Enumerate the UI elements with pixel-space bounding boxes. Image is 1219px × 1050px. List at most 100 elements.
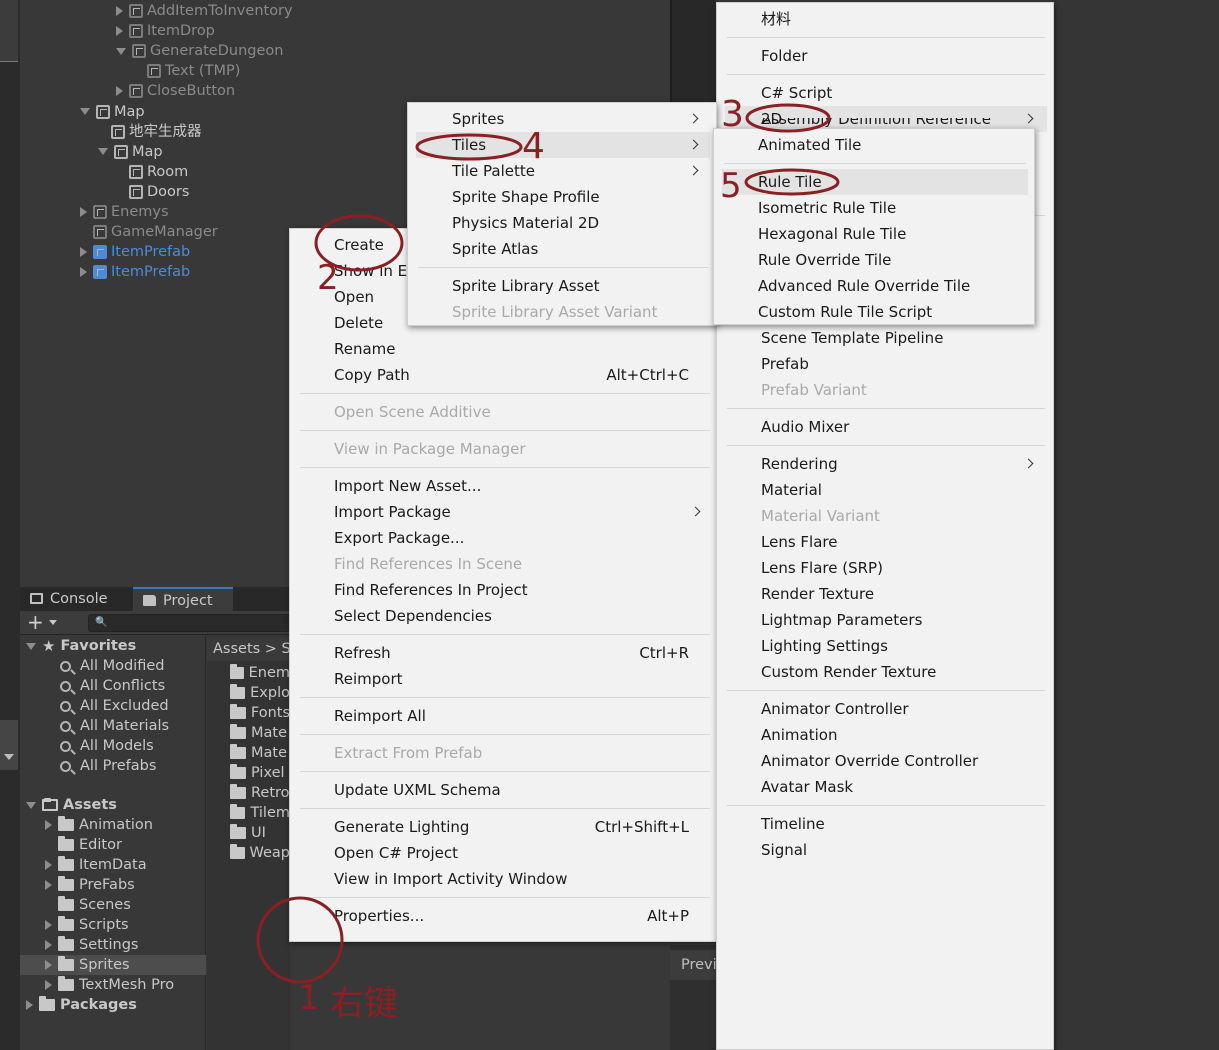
2d-item-physics-material-2d[interactable]: Physics Material 2D (452, 210, 599, 236)
menu-item-open-c-project[interactable]: Open C# Project (334, 840, 458, 866)
create-item-folder[interactable]: Folder (761, 43, 807, 69)
create-item-lightmap-parameters[interactable]: Lightmap Parameters (761, 607, 922, 633)
left-edge-dropdown[interactable] (0, 720, 18, 770)
menu-item-create[interactable]: Create (334, 232, 384, 258)
asset-folder[interactable]: UI (230, 823, 290, 843)
favorite-all-prefabs[interactable]: All Prefabs (60, 756, 156, 776)
create-item-timeline[interactable]: Timeline (761, 811, 825, 837)
create-item-c-script[interactable]: C# Script (761, 80, 832, 106)
assets-folder-animation[interactable]: Animation (45, 815, 153, 835)
chevron-down-icon[interactable] (80, 108, 90, 115)
menu-item-import-new-asset[interactable]: Import New Asset... (334, 473, 481, 499)
menu-item-delete[interactable]: Delete (334, 310, 383, 336)
assets-folder-itemdata[interactable]: ItemData (45, 855, 147, 875)
asset-folder[interactable]: Weap (230, 843, 290, 863)
create-item-item[interactable]: 材料 (761, 6, 791, 32)
hierarchy-item[interactable]: GenerateDungeon (116, 41, 283, 61)
create-item-audio-mixer[interactable]: Audio Mixer (761, 414, 849, 440)
menu-item-find-references-in-project[interactable]: Find References In Project (334, 577, 528, 603)
menu-item-rename[interactable]: Rename (334, 336, 396, 362)
2d-item-tiles[interactable]: Tiles (416, 132, 710, 158)
asset-folder[interactable]: Pixel (230, 763, 290, 783)
asset-folder[interactable]: Mate (230, 723, 290, 743)
asset-folder[interactable]: Enem (230, 663, 290, 683)
tiles-item-rule-tile[interactable]: Rule Tile (722, 169, 1028, 195)
breadcrumb[interactable]: Assets > S (207, 637, 290, 661)
hierarchy-item[interactable]: ItemPrefab (80, 262, 190, 282)
asset-folder[interactable]: Explo (230, 683, 290, 703)
chevron-down-icon[interactable] (98, 148, 108, 156)
chevron-right-icon[interactable] (80, 267, 87, 278)
chevron-down-icon[interactable] (26, 642, 36, 650)
asset-folder[interactable]: Tilem (230, 803, 290, 823)
hierarchy-item[interactable]: ItemDrop (116, 21, 215, 41)
menu-item-select-dependencies[interactable]: Select Dependencies (334, 603, 492, 629)
hierarchy-item[interactable]: 地牢生成器 (98, 122, 202, 142)
tiles-item-rule-override-tile[interactable]: Rule Override Tile (758, 247, 891, 273)
assets-folder-sprites[interactable]: Sprites (20, 955, 206, 975)
menu-item-properties[interactable]: Properties... (334, 903, 424, 929)
chevron-down-icon[interactable] (49, 620, 57, 625)
create-item-animator-controller[interactable]: Animator Controller (761, 696, 909, 722)
assets-folder-prefabs[interactable]: PreFabs (45, 875, 135, 895)
menu-item-show-in-ex[interactable]: Show in Ex (334, 258, 416, 284)
tiles-item-isometric-rule-tile[interactable]: Isometric Rule Tile (758, 195, 896, 221)
hierarchy-item[interactable]: Enemys (80, 202, 169, 222)
assets-folder-scenes[interactable]: Scenes (45, 895, 131, 915)
menu-item-view-in-import-activity-window[interactable]: View in Import Activity Window (334, 866, 567, 892)
chevron-right-icon[interactable] (116, 6, 123, 16)
tiles-item-custom-rule-tile-script[interactable]: Custom Rule Tile Script (758, 299, 932, 325)
project-search-input[interactable]: 🔍 (88, 614, 298, 632)
hierarchy-item[interactable]: GameManager (80, 222, 218, 242)
chevron-right-icon[interactable] (26, 1000, 33, 1010)
favorite-all-materials[interactable]: All Materials (60, 716, 169, 736)
create-item-animator-override-controller[interactable]: Animator Override Controller (761, 748, 978, 774)
create-item-signal[interactable]: Signal (761, 837, 807, 863)
tiles-item-advanced-rule-override-tile[interactable]: Advanced Rule Override Tile (758, 273, 970, 299)
assets-folder-editor[interactable]: Editor (45, 835, 122, 855)
menu-item-reimport-all[interactable]: Reimport All (334, 703, 426, 729)
menu-item-open[interactable]: Open (334, 284, 374, 310)
menu-item-update-uxml-schema[interactable]: Update UXML Schema (334, 777, 501, 803)
menu-item-copy-path[interactable]: Copy Path (334, 362, 410, 388)
tab-console[interactable]: Console (20, 587, 130, 611)
chevron-down-icon[interactable] (26, 801, 36, 809)
menu-item-import-package[interactable]: Import Package (334, 499, 451, 525)
create-item-animation[interactable]: Animation (761, 722, 837, 748)
create-item-scene-template-pipeline[interactable]: Scene Template Pipeline (761, 325, 943, 351)
menu-item-export-package[interactable]: Export Package... (334, 525, 464, 551)
preview-header[interactable]: Previ (670, 950, 716, 980)
create-item-custom-render-texture[interactable]: Custom Render Texture (761, 659, 936, 685)
chevron-right-icon[interactable] (45, 980, 52, 990)
chevron-right-icon[interactable] (45, 820, 52, 830)
create-item-avatar-mask[interactable]: Avatar Mask (761, 774, 853, 800)
create-item-render-texture[interactable]: Render Texture (761, 581, 874, 607)
menu-item-generate-lighting[interactable]: Generate Lighting (334, 814, 469, 840)
assets-folder-scripts[interactable]: Scripts (45, 915, 129, 935)
favorites-header[interactable]: ★ Favorites (26, 636, 136, 656)
hierarchy-item[interactable]: AddItemToInventory (116, 1, 293, 21)
tiles-item-hexagonal-rule-tile[interactable]: Hexagonal Rule Tile (758, 221, 906, 247)
menu-item-reimport[interactable]: Reimport (334, 666, 403, 692)
hierarchy-item[interactable]: Doors (116, 182, 189, 202)
create-item-prefab[interactable]: Prefab (761, 351, 809, 377)
hierarchy-item[interactable]: CloseButton (116, 81, 235, 101)
favorite-all-models[interactable]: All Models (60, 736, 154, 756)
2d-item-sprite-shape-profile[interactable]: Sprite Shape Profile (452, 184, 600, 210)
create-item-material[interactable]: Material (761, 477, 822, 503)
favorite-all-modified[interactable]: All Modified (60, 656, 164, 676)
hierarchy-item[interactable]: ItemPrefab (80, 242, 190, 262)
menu-item-refresh[interactable]: Refresh (334, 640, 391, 666)
chevron-right-icon[interactable] (45, 940, 52, 950)
create-item-lighting-settings[interactable]: Lighting Settings (761, 633, 888, 659)
chevron-right-icon[interactable] (45, 920, 52, 930)
asset-folder[interactable]: Retro (230, 783, 290, 803)
hierarchy-item[interactable]: Map (98, 142, 163, 162)
create-item-lens-flare-srp[interactable]: Lens Flare (SRP) (761, 555, 883, 581)
assets-folder-settings[interactable]: Settings (45, 935, 138, 955)
create-item-rendering[interactable]: Rendering (761, 451, 838, 477)
chevron-right-icon[interactable] (80, 207, 87, 217)
favorite-all-excluded[interactable]: All Excluded (60, 696, 169, 716)
hierarchy-item[interactable]: Text (TMP) (134, 61, 240, 81)
assets-folder-textmesh-pro[interactable]: TextMesh Pro (45, 975, 174, 995)
